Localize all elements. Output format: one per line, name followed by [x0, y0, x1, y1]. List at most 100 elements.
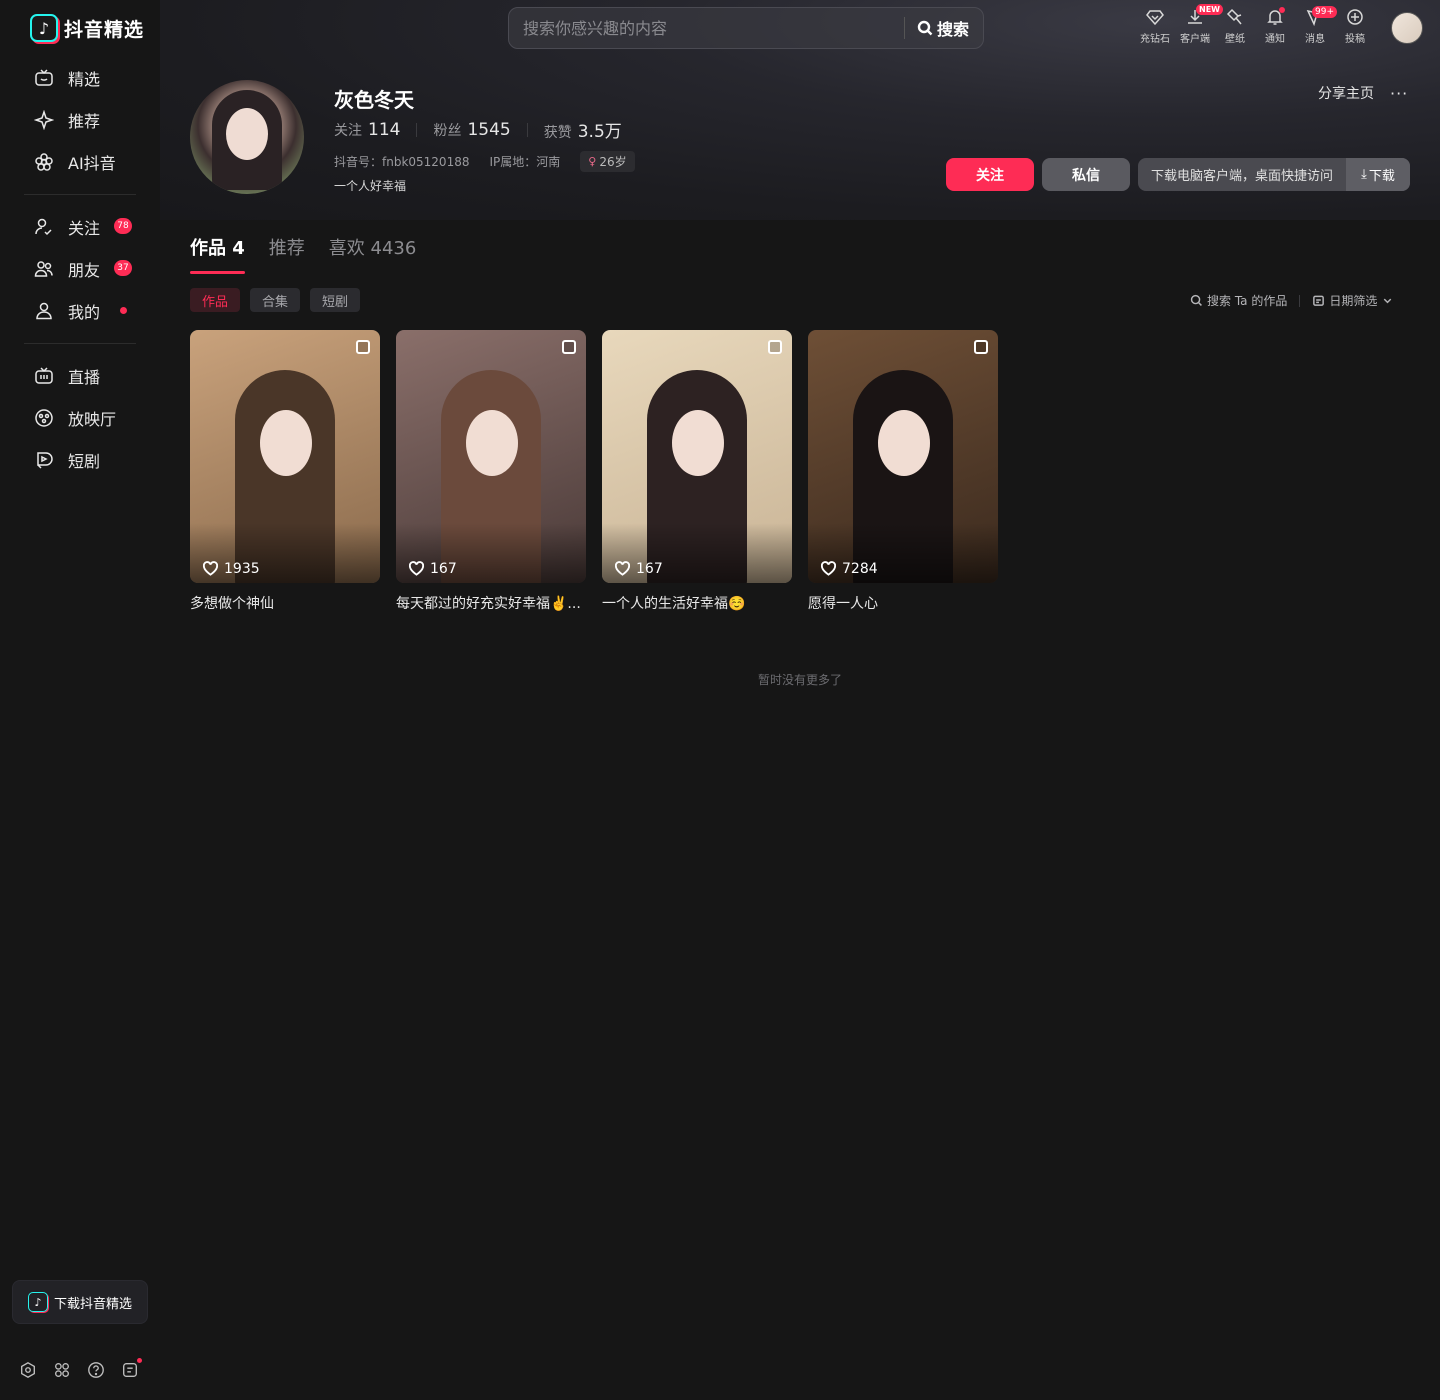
profile-stats: 关注 114 粉丝 1545 获赞 3.5万 [334, 117, 622, 143]
date-filter-button[interactable]: 日期筛选 [1312, 292, 1394, 309]
likes-count: 7284 [842, 560, 878, 577]
search-input[interactable] [509, 18, 904, 38]
action-label: 壁纸 [1225, 34, 1245, 45]
age-tag: ♀ 26岁 [580, 151, 635, 172]
search-works-button[interactable]: 搜索 Ta 的作品 [1190, 292, 1287, 309]
work-card[interactable]: 167 一个人的生活好幸福☺️ [602, 330, 792, 613]
search-works-label: 搜索 Ta 的作品 [1207, 294, 1288, 308]
sidebar-item-friends[interactable]: 朋友 37 [24, 248, 136, 290]
female-icon: ♀ [588, 155, 597, 168]
follow-button[interactable]: 关注 [946, 158, 1034, 191]
work-filters: 搜索 Ta 的作品 日期筛选 [1190, 292, 1394, 309]
logo-text: 抖音精选 [64, 18, 145, 41]
upload-button[interactable]: 投稿 [1340, 8, 1370, 45]
notification-button[interactable]: 通知 [1260, 7, 1290, 45]
help-button[interactable] [86, 1360, 106, 1380]
feedback-icon [123, 1363, 137, 1377]
more-options-icon[interactable]: ··· [1390, 84, 1408, 103]
download-client-label: 下载 [1368, 169, 1395, 184]
download-app-button[interactable]: ♪ 下载抖音精选 [12, 1280, 148, 1324]
subtab-works[interactable]: 作品 [190, 288, 241, 312]
sidebar-bottom-tools [18, 1358, 142, 1380]
sidebar-divider [24, 343, 136, 344]
search-button[interactable]: 搜索 [905, 16, 983, 40]
sidebar-item-theater[interactable]: 放映厅 [24, 397, 136, 439]
work-title: 愿得一人心 [808, 596, 878, 612]
message-button[interactable]: 私信 [1042, 158, 1130, 191]
profile-bio: 一个人好幸福 [334, 179, 407, 193]
work-title: 多想做个神仙 [190, 596, 274, 612]
tab-works[interactable]: 作品 4 [190, 234, 245, 274]
stat-value: 1545 [467, 119, 511, 140]
sidebar-item-label: 我的 [68, 303, 101, 322]
nav-group-main: 精选 推荐 AI抖音 [24, 57, 136, 183]
messages-button[interactable]: 99+ 消息 [1300, 6, 1337, 45]
heart-icon [408, 561, 425, 576]
app-logo[interactable]: ♪ 抖音精选 [30, 14, 144, 42]
user-icon [36, 302, 52, 320]
work-card[interactable]: 1935 多想做个神仙 [190, 330, 380, 613]
user-avatar[interactable] [1391, 12, 1423, 44]
messages-count-badge: 99+ [1312, 6, 1337, 18]
stat-followers[interactable]: 粉丝 1545 [433, 120, 510, 140]
sidebar: ♪ 抖音精选 精选 推荐 AI抖音 关注 78 朋友 37 我的 直播 放映厅 … [0, 0, 160, 1400]
client-download-button[interactable]: NEW 客户端 [1180, 4, 1223, 45]
sidebar-item-recommend[interactable]: 推荐 [24, 99, 136, 141]
stat-value: 3.5万 [577, 122, 622, 142]
sidebar-item-me[interactable]: 我的 [24, 290, 136, 332]
sidebar-item-short-drama[interactable]: 短剧 [24, 439, 136, 481]
work-thumbnail: 167 [396, 330, 586, 583]
subtab-collections[interactable]: 合集 [250, 288, 301, 312]
filter-divider [1299, 294, 1301, 307]
sidebar-item-following[interactable]: 关注 78 [24, 206, 136, 248]
ip-location: IP属地：河南 [489, 155, 561, 169]
likes-count: 167 [430, 560, 457, 577]
download-client-button[interactable]: ⤓ 下载 [1346, 158, 1410, 191]
follow-icon [35, 218, 52, 236]
me-notification-dot [120, 307, 127, 314]
work-card[interactable]: 167 每天都过的好充实好幸福✌️... [396, 330, 586, 613]
sidebar-item-ai-douyin[interactable]: AI抖音 [24, 141, 136, 183]
search-icon [917, 20, 933, 36]
heart-icon [614, 561, 631, 576]
douyin-logo-icon: ♪ [27, 1292, 48, 1312]
ai-flower-icon [35, 153, 53, 171]
help-icon [88, 1362, 104, 1378]
profile-meta: 抖音号：fnbk05120188 IP属地：河南 ♀ 26岁 [334, 151, 635, 172]
likes-count: 167 [636, 560, 663, 577]
work-card[interactable]: 7284 愿得一人心 [808, 330, 998, 613]
sidebar-item-live[interactable]: 直播 [24, 355, 136, 397]
tab-recommend[interactable]: 推荐 [269, 234, 305, 274]
stat-key: 粉丝 [433, 122, 462, 139]
profile-avatar[interactable] [190, 80, 304, 194]
work-likes: 167 [408, 560, 457, 577]
work-likes: 1935 [202, 560, 260, 577]
feedback-button[interactable] [120, 1358, 142, 1380]
download-app-label: 下载抖音精选 [53, 1296, 132, 1312]
live-tv-icon [35, 367, 53, 384]
profile-name: 灰色冬天 [334, 88, 414, 112]
apps-button[interactable] [52, 1360, 72, 1380]
sidebar-item-label: 短剧 [68, 452, 101, 471]
tab-likes[interactable]: 喜欢 4436 [329, 234, 417, 274]
subtab-short-drama[interactable]: 短剧 [310, 288, 361, 312]
douyin-id: 抖音号：fnbk05120188 [334, 155, 470, 169]
share-profile-button[interactable]: 分享主页 [1318, 83, 1374, 103]
thumb-face [672, 410, 724, 476]
date-filter-label: 日期筛选 [1329, 294, 1378, 308]
friends-icon [34, 261, 53, 277]
action-label: 充钻石 [1140, 34, 1170, 45]
desktop-client-banner[interactable]: 下载电脑客户端，桌面快捷访问 ⤓ 下载 [1138, 158, 1410, 191]
sidebar-item-featured[interactable]: 精选 [24, 57, 136, 99]
work-title: 一个人的生活好幸福☺️ [602, 596, 746, 612]
stat-following[interactable]: 关注 114 [334, 120, 400, 140]
sidebar-item-label: AI抖音 [68, 154, 116, 173]
settings-button[interactable] [18, 1360, 38, 1380]
sidebar-item-label: 直播 [68, 368, 101, 387]
work-thumbnail: 1935 [190, 330, 380, 583]
wallpaper-button[interactable]: 壁纸 [1220, 8, 1250, 45]
share-profile: 分享主页 ··· [1318, 83, 1408, 103]
upload-plus-icon [1347, 9, 1363, 25]
recharge-diamond-button[interactable]: 充钻石 [1140, 8, 1170, 45]
action-label: 通知 [1265, 34, 1285, 45]
